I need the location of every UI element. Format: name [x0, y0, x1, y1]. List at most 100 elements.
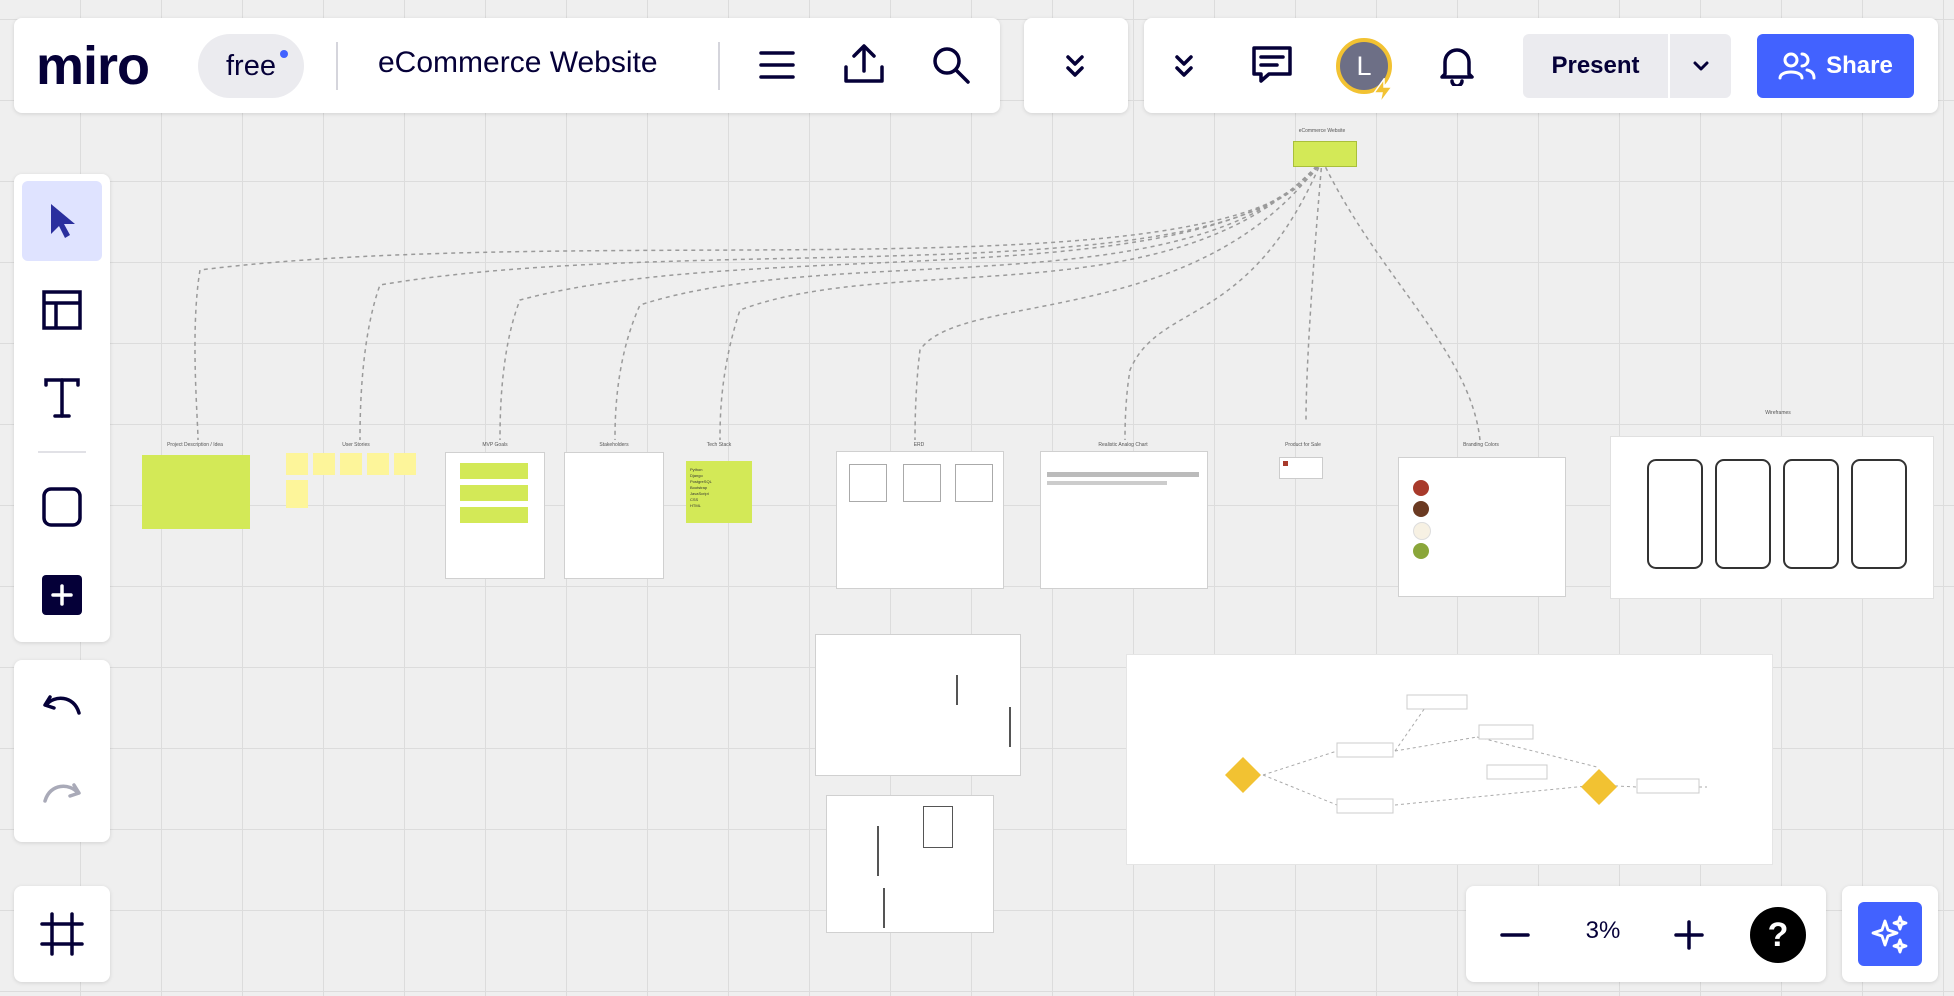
export-button[interactable] — [838, 38, 890, 90]
search-icon — [933, 47, 970, 84]
square-icon — [42, 487, 82, 527]
mvp-goal-sticky — [460, 507, 528, 523]
brand-swatch — [1413, 543, 1429, 559]
chevron-down-icon — [1693, 61, 1708, 71]
chevron-double-down-icon — [1066, 55, 1084, 77]
schema-line — [883, 888, 885, 928]
notification-dot — [280, 50, 288, 58]
menu-button[interactable] — [752, 40, 802, 90]
wireframe-phone — [1851, 459, 1907, 569]
brand-swatch — [1413, 480, 1429, 496]
flow-node — [1486, 764, 1548, 780]
notifications-button[interactable] — [1432, 40, 1482, 90]
board-title[interactable]: eCommerce Website — [378, 46, 658, 80]
text-icon — [44, 378, 80, 418]
tech-stack-list: Python Django PostgreSQL Bootstrap JavaS… — [690, 467, 712, 508]
collapse-right-button[interactable] — [1162, 44, 1206, 88]
frame-title-product-for-sale: Product for Sale — [1285, 442, 1321, 448]
templates-tool[interactable] — [22, 270, 102, 350]
user-story-sticky[interactable] — [286, 480, 308, 508]
flow-node — [1636, 778, 1700, 794]
product-thumb — [1283, 461, 1288, 466]
user-story-sticky[interactable] — [367, 453, 389, 475]
user-story-sticky[interactable] — [394, 453, 416, 475]
comment-icon — [1252, 46, 1292, 83]
project-description-sticky[interactable] — [142, 455, 250, 529]
collapse-button[interactable] — [1052, 44, 1098, 88]
frames-button[interactable] — [22, 894, 102, 974]
lightning-icon — [1372, 78, 1394, 104]
wireframe-phone — [1647, 459, 1703, 569]
wireframe-phone — [1783, 459, 1839, 569]
frame-title-erd: ERD — [913, 442, 925, 448]
erd-frame[interactable] — [836, 451, 1004, 589]
redo-button[interactable] — [22, 756, 102, 836]
share-label: Share — [1826, 52, 1893, 79]
user-story-sticky[interactable] — [340, 453, 362, 475]
frame-title-wireframes: Wireframes — [1765, 410, 1791, 416]
redo-icon — [43, 783, 81, 803]
toolbar-divider — [38, 451, 86, 453]
zoom-out-button[interactable] — [1490, 910, 1540, 960]
text-tool[interactable] — [22, 358, 102, 438]
root-node-title: eCommerce Website — [1298, 128, 1346, 134]
cursor-icon — [51, 204, 75, 238]
frame-title-analog-chart: Realistic Analog Chart — [1098, 442, 1148, 448]
wireframes-frame[interactable] — [1610, 436, 1934, 599]
undo-button[interactable] — [22, 668, 102, 748]
flow-node — [1406, 694, 1468, 710]
branding-colors-frame[interactable] — [1398, 457, 1566, 597]
ai-assistant-button[interactable] — [1858, 902, 1922, 966]
frame-title-tech-stack: Tech Stack — [706, 442, 732, 448]
chevron-double-down-icon — [1175, 55, 1193, 77]
miro-logo[interactable]: miro — [36, 36, 150, 96]
zoom-in-button[interactable] — [1664, 910, 1714, 960]
frame-title-project-description: Project Description / Idea — [167, 442, 223, 448]
user-flow-frame[interactable] — [1126, 654, 1773, 865]
analog-chart-frame[interactable] — [1040, 451, 1208, 589]
tech-stack-sticky[interactable]: Python Django PostgreSQL Bootstrap JavaS… — [686, 461, 752, 523]
schema-line — [923, 806, 953, 848]
zoom-level[interactable]: 3% — [1570, 917, 1636, 945]
plus-icon — [1674, 920, 1704, 950]
sparkles-icon — [1871, 915, 1908, 954]
mvp-goal-sticky — [460, 463, 528, 479]
undo-icon — [43, 695, 81, 715]
select-tool[interactable] — [22, 181, 102, 261]
wireframe-phone — [1715, 459, 1771, 569]
more-tools-button[interactable] — [22, 555, 102, 635]
flow-node — [1336, 798, 1394, 814]
schema-diagram-frame[interactable] — [826, 795, 994, 933]
share-button[interactable]: Share — [1757, 34, 1914, 98]
schema-diagram-frame[interactable] — [815, 634, 1021, 776]
search-button[interactable] — [926, 40, 976, 90]
flow-node — [1336, 742, 1394, 758]
divider — [336, 42, 338, 90]
help-button[interactable]: ? — [1750, 907, 1806, 963]
divider — [718, 42, 720, 90]
present-button[interactable]: Present — [1523, 34, 1731, 98]
user-story-sticky[interactable] — [286, 453, 308, 475]
user-story-sticky[interactable] — [313, 453, 335, 475]
schema-line — [877, 826, 879, 876]
erd-table — [849, 464, 887, 502]
mvp-goals-frame[interactable] — [445, 452, 545, 579]
user-flow-diagram — [1225, 694, 1707, 814]
stakeholders-frame[interactable] — [564, 452, 664, 579]
comments-button[interactable] — [1246, 40, 1298, 90]
schema-line — [956, 675, 958, 705]
hamburger-icon — [759, 51, 795, 79]
frame-title-user-stories: User Stories — [342, 442, 370, 448]
frame-icon — [40, 912, 84, 956]
frame-title-branding-colors: Branding Colors — [1463, 442, 1499, 448]
brand-swatch — [1413, 501, 1429, 517]
product-card[interactable] — [1279, 457, 1323, 479]
shapes-tool[interactable] — [22, 467, 102, 547]
root-node-sticky[interactable] — [1293, 141, 1357, 167]
schema-line — [1009, 707, 1011, 747]
minus-icon — [1500, 933, 1530, 937]
present-dropdown[interactable] — [1670, 34, 1731, 98]
plan-badge[interactable]: free — [198, 34, 304, 98]
frame-title-stakeholders: Stakeholders — [599, 442, 629, 448]
plus-icon — [42, 575, 82, 615]
